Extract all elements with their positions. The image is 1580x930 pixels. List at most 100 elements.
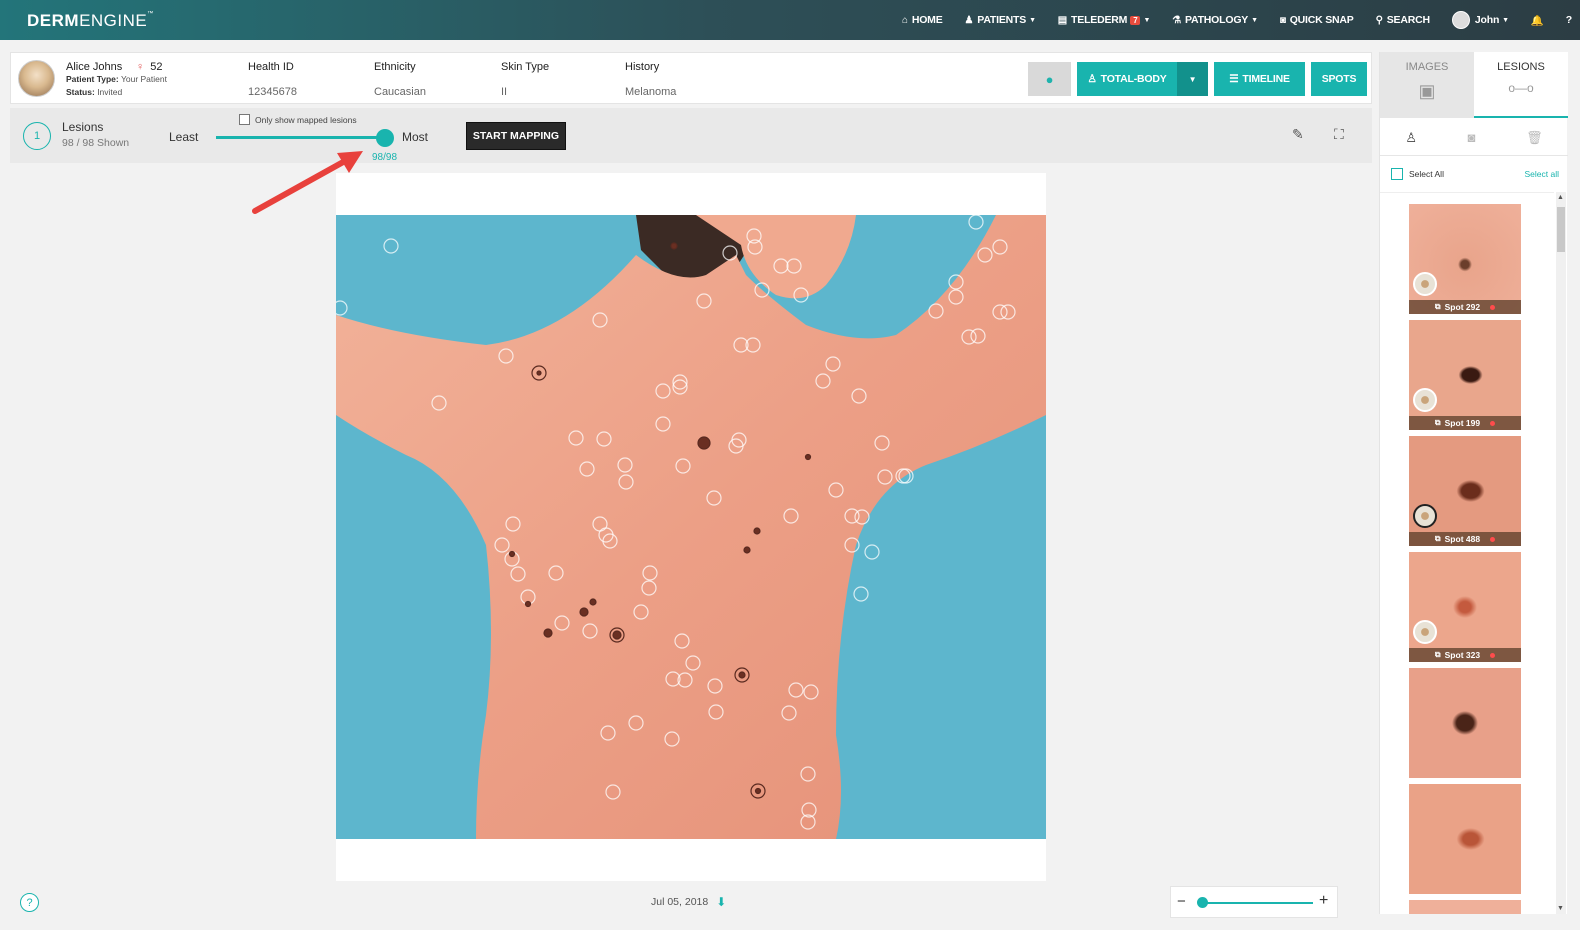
patient-type: Patient Type: Your Patient: [66, 74, 167, 84]
pen-icon[interactable]: ✎: [1292, 126, 1304, 143]
dermoscopy-mini: [1413, 620, 1437, 644]
user-icon: ●: [1045, 71, 1054, 87]
caret-down-icon: ▼: [1143, 16, 1151, 24]
health-id-value: 12345678: [248, 86, 297, 98]
back-photo-svg: [336, 215, 1046, 839]
zoom-out-icon[interactable]: −: [1177, 893, 1186, 910]
caret-down-icon: ▼: [1188, 74, 1197, 84]
timeline-icon: ☰: [1229, 73, 1239, 85]
nav-home[interactable]: ⌂ HOME: [902, 14, 943, 26]
thumbnail-scrollbar[interactable]: ▲ ▼: [1556, 192, 1566, 914]
thumbnail-label: ⧉ Spot 488: [1409, 532, 1521, 546]
total-body-photo[interactable]: [336, 215, 1046, 839]
health-id-label: Health ID: [248, 61, 294, 73]
right-panel-toolbar: ♙ ◙ 🗑: [1380, 120, 1568, 156]
nav-search[interactable]: ⚲ SEARCH: [1376, 14, 1430, 26]
lesion-thumbnail[interactable]: ⧉ Spot 488: [1409, 436, 1521, 546]
thumbnail-label: ⧉ Spot 199: [1409, 416, 1521, 430]
nav-patients[interactable]: ♟ PATIENTS ▼: [965, 14, 1036, 26]
nav-pathology[interactable]: ⚗ PATHOLOGY ▼: [1172, 14, 1258, 26]
thumbnail-label: ⧉ Spot 323: [1409, 648, 1521, 662]
skin-type-label: Skin Type: [501, 61, 550, 73]
patient-header: Alice Johns ♀ 52 Patient Type: Your Patie…: [10, 52, 1372, 104]
status-dot: [1490, 420, 1496, 426]
select-all-checkbox[interactable]: [1391, 168, 1403, 180]
open-external-icon: ⧉: [1434, 302, 1441, 311]
help-icon[interactable]: ?: [1566, 14, 1572, 26]
patient-age: ♀ 52: [136, 61, 163, 73]
lesion-thumbnail[interactable]: ⧉ Spot 199: [1409, 320, 1521, 430]
nav-telederm[interactable]: ▤ TELEDERM 7 ▼: [1057, 14, 1151, 26]
lesion-thumbnail[interactable]: [1409, 900, 1521, 914]
status-dot: [1490, 536, 1496, 542]
start-mapping-button[interactable]: START MAPPING: [466, 122, 566, 150]
lesion-link-icon: o—o: [1508, 81, 1534, 95]
timeline-button[interactable]: ☰ TIMELINE: [1214, 62, 1305, 96]
brand-logo[interactable]: DERMENGINE™: [27, 11, 154, 31]
slider-value: 98/98: [372, 152, 398, 163]
zoom-slider-handle[interactable]: [1197, 897, 1208, 908]
telederm-icon: ▤: [1057, 14, 1068, 26]
ethnicity-value: Caucasian: [374, 86, 426, 98]
help-button[interactable]: ?: [20, 893, 39, 912]
lesion-count-icon: 1: [23, 122, 51, 150]
download-icon[interactable]: ⬇: [716, 895, 726, 909]
zoom-slider-track[interactable]: [1201, 902, 1313, 904]
microscope-icon: ⚗: [1172, 14, 1181, 26]
patient-avatar: [18, 60, 55, 97]
slider-most-label: Most: [402, 130, 429, 144]
lesions-shown-count: 98 / 98 Shown: [62, 137, 130, 149]
open-external-icon: ⧉: [1434, 650, 1441, 659]
total-body-button[interactable]: ♙ TOTAL-BODY: [1077, 62, 1177, 96]
lesion-thumbnail-list: ⧉ Spot 292 ⧉ Spot 199 ⧉ Spot 488 ⧉ Spot 323: [1380, 192, 1554, 914]
lesion-slider-handle[interactable]: [376, 129, 394, 147]
select-all-row: Select All Select all: [1380, 162, 1568, 186]
zoom-in-icon[interactable]: +: [1319, 892, 1328, 910]
patients-icon: ♟: [964, 14, 974, 26]
trash-icon[interactable]: 🗑: [1526, 130, 1543, 146]
dermoscopy-mini: [1413, 272, 1437, 296]
slider-least-label: Least: [169, 130, 199, 144]
spots-button[interactable]: SPOTS: [1311, 62, 1367, 96]
tab-lesions[interactable]: LESIONS o—o: [1474, 52, 1568, 118]
tab-images[interactable]: IMAGES ▣: [1380, 52, 1474, 118]
map-person-icon[interactable]: ♙: [1405, 130, 1417, 146]
lesion-slider-track[interactable]: [216, 136, 384, 139]
zoom-control: − +: [1170, 886, 1338, 918]
right-panel: IMAGES ▣ LESIONS o—o ♙ ◙ 🗑 Select All Sele…: [1379, 52, 1568, 914]
ethnicity-label: Ethnicity: [374, 61, 416, 73]
history-label: History: [625, 61, 660, 73]
lesion-thumbnail[interactable]: [1409, 784, 1521, 894]
search-icon: ⚲: [1375, 14, 1383, 26]
history-value: Melanoma: [625, 86, 677, 98]
top-navbar: DERMENGINE™ ⌂ HOME ♟ PATIENTS ▼ ▤ TELEDERM 7 ▼…: [0, 0, 1580, 40]
image-date: Jul 05, 2018 ⬇: [651, 895, 727, 909]
only-mapped-checkbox[interactable]: Only show mapped lesions: [239, 114, 357, 125]
thumbnail-label: ⧉ Spot 292: [1409, 300, 1521, 314]
caret-down-icon: ▼: [1029, 16, 1036, 24]
bell-icon[interactable]: 🔔: [1531, 14, 1544, 27]
dermoscopy-mini: [1413, 388, 1437, 412]
scroll-up-icon[interactable]: ▲: [1557, 194, 1564, 201]
nav-user-menu[interactable]: John ▼: [1451, 11, 1509, 29]
nav-quick-snap[interactable]: ◙ QUICK SNAP: [1280, 14, 1354, 26]
select-all-link[interactable]: Select all: [1525, 169, 1560, 179]
open-external-icon: ⧉: [1434, 534, 1441, 543]
telederm-badge: 7: [1130, 15, 1141, 25]
lesion-thumbnail[interactable]: ⧉ Spot 323: [1409, 552, 1521, 662]
lesion-thumbnail[interactable]: [1409, 668, 1521, 778]
lesions-title: Lesions: [62, 120, 104, 134]
patient-name: Alice Johns: [66, 61, 123, 73]
female-icon: ♀: [136, 61, 145, 73]
images-icon: ▣: [1418, 81, 1436, 101]
checkbox-box[interactable]: [239, 114, 250, 125]
add-image-icon[interactable]: ◙: [1468, 130, 1476, 145]
status-dot: [1490, 304, 1496, 310]
total-body-dropdown[interactable]: ▼: [1177, 62, 1208, 96]
scroll-down-icon[interactable]: ▼: [1557, 905, 1564, 912]
fullscreen-icon[interactable]: ⛶: [1334, 126, 1344, 143]
patient-profile-button[interactable]: ●: [1028, 62, 1071, 96]
lesion-thumbnail[interactable]: ⧉ Spot 292: [1409, 204, 1521, 314]
scrollbar-thumb[interactable]: [1557, 207, 1565, 252]
patient-status: Status: Invited: [66, 87, 123, 97]
